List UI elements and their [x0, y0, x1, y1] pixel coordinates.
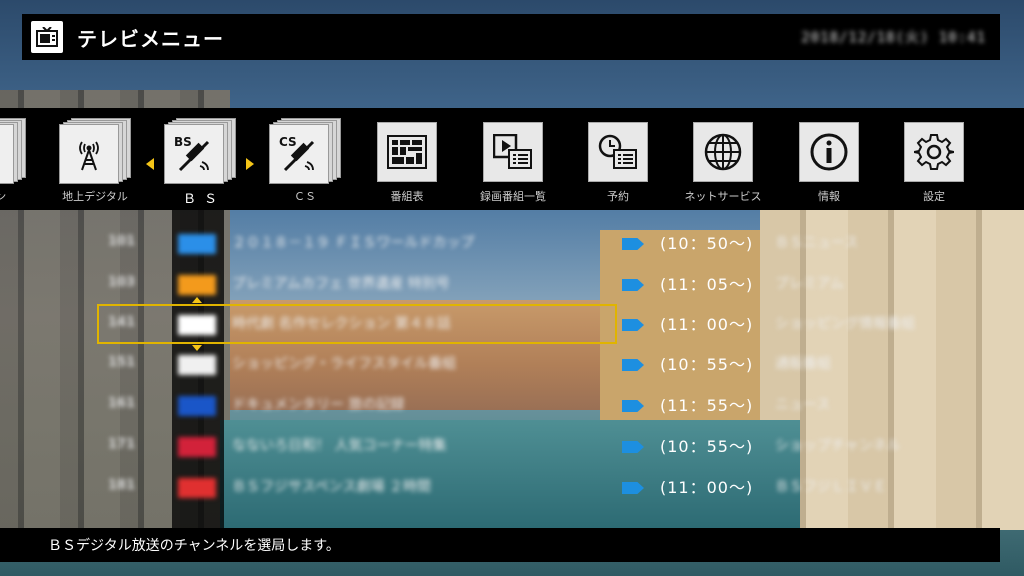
- cs-satellite-icon: CS: [269, 124, 329, 184]
- scroll-up-icon: [192, 297, 202, 303]
- program-time: (11：05〜): [660, 275, 754, 294]
- channel-logo: [178, 396, 216, 416]
- program-title: ２０１８－１９ ＦＩＳワールドカップ: [232, 235, 475, 251]
- menu-label: ＣＳ: [294, 190, 316, 203]
- program-time: (10：55〜): [660, 437, 754, 456]
- svg-text:CS: CS: [279, 135, 297, 149]
- program-title: プレミアムカフェ 世界遺産 特別号: [232, 276, 450, 292]
- menu-label: ネットサービス: [684, 190, 762, 203]
- program-time: (10：50〜): [660, 234, 754, 253]
- help-message: ＢＳデジタル放送のチャンネルを選局します。: [48, 538, 340, 554]
- channel-number: 161: [108, 396, 136, 411]
- now-marker-icon: [622, 400, 644, 412]
- channel-number: 101: [108, 234, 136, 249]
- now-marker-icon: [622, 279, 644, 291]
- gear-icon: [904, 122, 964, 182]
- globe-icon: [693, 122, 753, 182]
- menu-item-terrestrial[interactable]: 地上デジタル: [45, 118, 145, 204]
- menu-item-net-service[interactable]: ネットサービス: [673, 122, 773, 204]
- program-title: ＢＳフジサスペンス劇場 ２時間: [232, 479, 431, 495]
- menu-item-recorded-list[interactable]: 録画番組一覧: [463, 122, 563, 204]
- channel-number: 151: [108, 355, 136, 370]
- info-icon: [799, 122, 859, 182]
- channel-logo: [178, 355, 216, 375]
- page-title: テレビメニュー: [77, 26, 224, 51]
- terrestrial-antenna-icon: [59, 124, 119, 184]
- channel-row[interactable]: 171 なないろ日和！ 人気コーナー特集 (10：55〜) ショップチャンネル: [0, 429, 1024, 463]
- header-bar: テレビメニュー 2018/12/18(火) 10:41: [22, 14, 1000, 60]
- now-marker-icon: [622, 441, 644, 453]
- menu-item-partial[interactable]: ▣ リーン: [0, 118, 40, 204]
- next-arrow-icon[interactable]: [246, 158, 254, 170]
- next-program: ＢＳフジＬＩＶＥ: [775, 479, 887, 495]
- next-program: 通販番組: [775, 356, 831, 372]
- now-marker-icon: [622, 238, 644, 250]
- menu-label: ＢＳ: [182, 192, 225, 207]
- next-program: ＢＳニュース: [775, 235, 859, 251]
- datetime-display: 2018/12/18(火) 10:41: [801, 30, 986, 46]
- menu-label: 予約: [607, 190, 629, 203]
- selection-cursor: [97, 304, 617, 344]
- program-time: (11：55〜): [660, 396, 754, 415]
- channel-number: 171: [108, 437, 136, 452]
- recorded-list-icon: [483, 122, 543, 182]
- svg-text:BS: BS: [174, 135, 192, 149]
- next-program: プレミアム: [775, 276, 845, 292]
- category-menu: ▣ リーン 地上デジタル BS: [0, 108, 1024, 210]
- menu-label: 設定: [923, 190, 945, 203]
- program-time: (10：55〜): [660, 355, 754, 374]
- now-marker-icon: [622, 319, 644, 331]
- menu-item-cs[interactable]: CS ＣＳ: [255, 118, 355, 204]
- channel-logo: [178, 437, 216, 457]
- menu-item-program-guide[interactable]: 番組表: [357, 122, 457, 204]
- program-title: ドキュメンタリー 旅の記録: [232, 397, 405, 413]
- menu-item-settings[interactable]: 設定: [884, 122, 984, 204]
- menu-item-bs[interactable]: BS ＢＳ: [146, 118, 254, 207]
- now-marker-icon: [622, 359, 644, 371]
- prev-arrow-icon[interactable]: [146, 158, 154, 170]
- menu-label: 録画番組一覧: [480, 190, 546, 203]
- menu-item-info[interactable]: 情報: [779, 122, 879, 204]
- menu-item-reservation[interactable]: 予約: [568, 122, 668, 204]
- menu-label: リーン: [0, 190, 7, 203]
- next-program: ニュース: [775, 397, 831, 413]
- program-time: (11：00〜): [660, 478, 754, 497]
- next-program: ショッピング情報番組: [775, 316, 915, 332]
- channel-row[interactable]: 101 ２０１８－１９ ＦＩＳワールドカップ (10：50〜) ＢＳニュース: [0, 226, 1024, 260]
- now-marker-icon: [622, 482, 644, 494]
- channel-logo: [178, 275, 216, 295]
- partial-icon: ▣: [0, 124, 14, 184]
- program-guide-icon: [377, 122, 437, 182]
- status-bar: ＢＳデジタル放送のチャンネルを選局します。: [0, 528, 1000, 562]
- menu-label: 番組表: [390, 190, 424, 203]
- channel-row[interactable]: 151 ショッピング・ライフスタイル番組 (10：55〜) 通販番組: [0, 347, 1024, 381]
- channel-row[interactable]: 181 ＢＳフジサスペンス劇場 ２時間 (11：00〜) ＢＳフジＬＩＶＥ: [0, 470, 1024, 504]
- channel-number: 103: [108, 275, 136, 290]
- channel-row[interactable]: 161 ドキュメンタリー 旅の記録 (11：55〜) ニュース: [0, 388, 1024, 422]
- channel-number: 181: [108, 478, 136, 493]
- bs-satellite-icon: BS: [164, 124, 224, 184]
- program-title: なないろ日和！ 人気コーナー特集: [232, 438, 447, 454]
- reservation-icon: [588, 122, 648, 182]
- scroll-down-icon: [192, 345, 202, 351]
- channel-logo: [178, 478, 216, 498]
- menu-label: 情報: [818, 190, 840, 203]
- program-title: ショッピング・ライフスタイル番組: [232, 356, 456, 372]
- next-program: ショップチャンネル: [775, 438, 901, 454]
- program-time: (11：00〜): [660, 315, 754, 334]
- channel-logo: [178, 234, 216, 254]
- menu-label: 地上デジタル: [62, 190, 128, 203]
- tv-icon: [31, 21, 63, 53]
- channel-row[interactable]: 103 プレミアムカフェ 世界遺産 特別号 (11：05〜) プレミアム: [0, 267, 1024, 301]
